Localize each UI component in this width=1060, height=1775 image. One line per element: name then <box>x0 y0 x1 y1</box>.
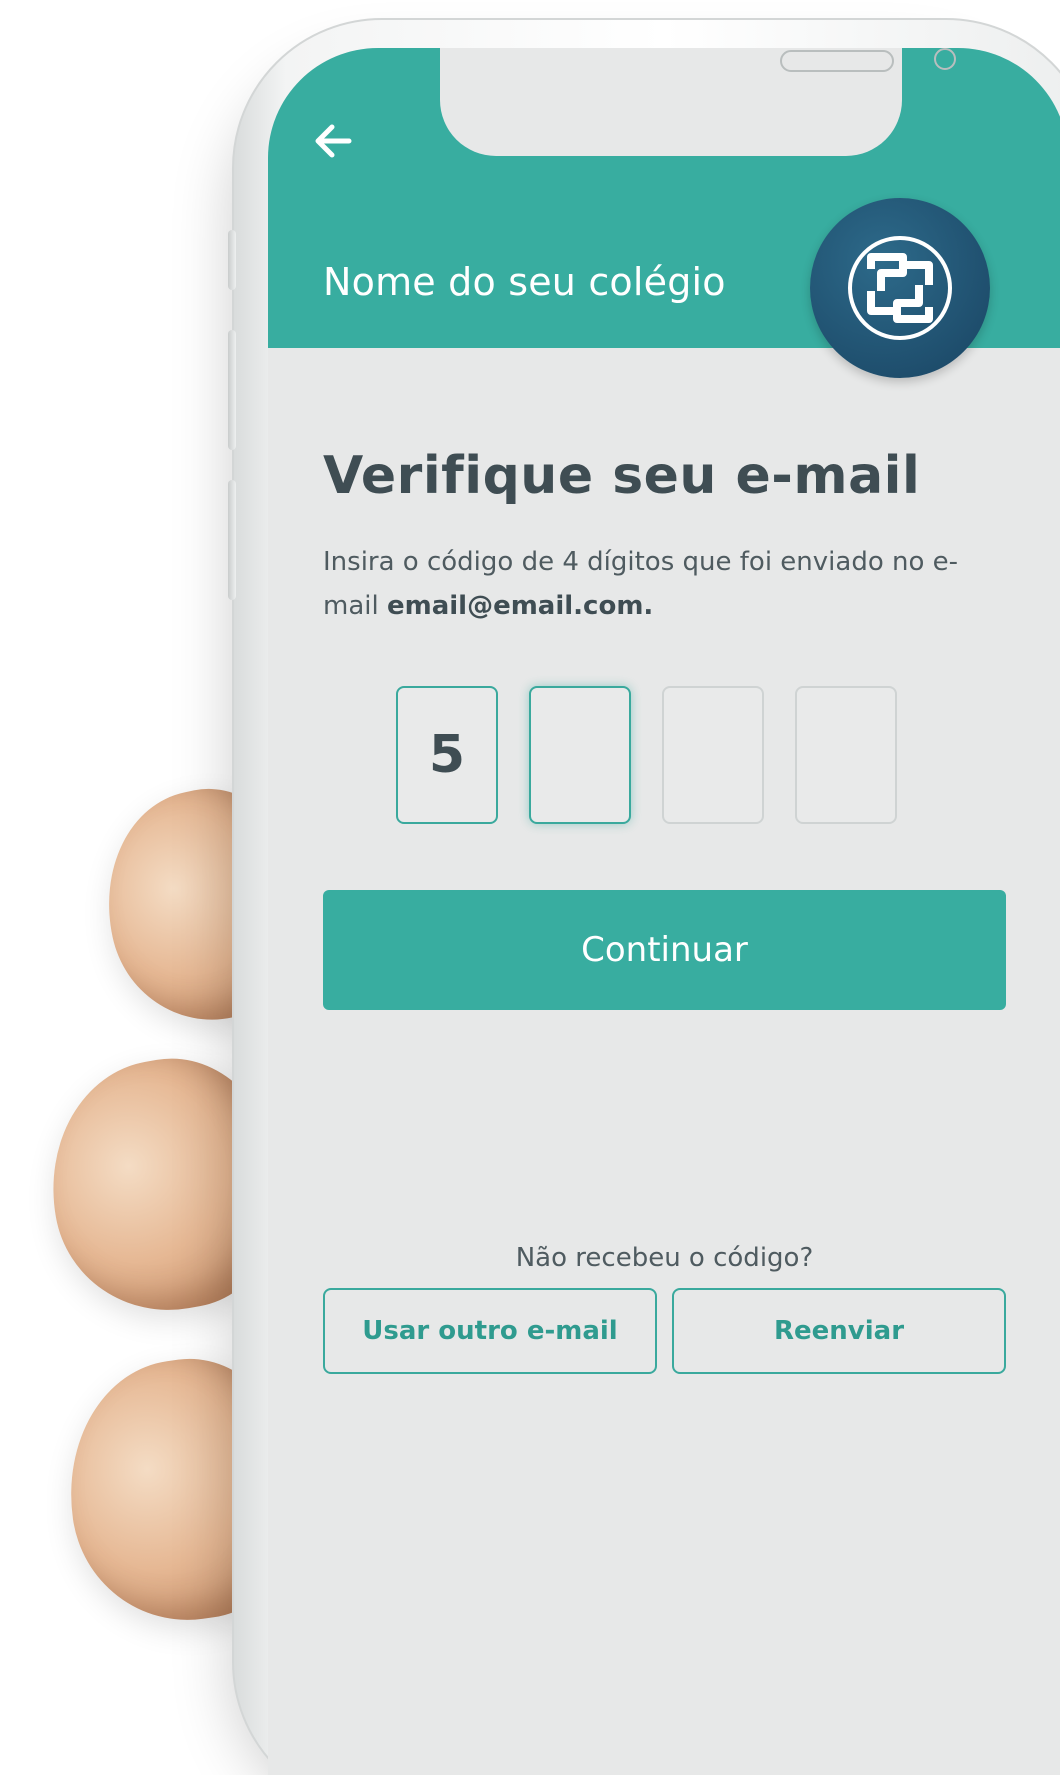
resend-button[interactable]: Reenviar <box>672 1288 1006 1374</box>
phone-side-button <box>228 230 236 290</box>
no-code-text: Não recebeu o código? <box>515 1243 814 1273</box>
school-logo-icon <box>810 198 990 378</box>
front-camera <box>934 48 956 70</box>
phone-screen: Nome do seu colégio Verifique seu e-mail… <box>268 48 1060 1775</box>
code-digit-2[interactable] <box>529 686 631 824</box>
code-digit-1[interactable]: 5 <box>396 686 498 824</box>
school-name: Nome do seu colégio <box>323 260 726 304</box>
back-button[interactable] <box>308 118 358 168</box>
use-other-email-button[interactable]: Usar outro e-mail <box>323 1288 657 1374</box>
phone-volume-down-button <box>228 480 236 600</box>
arrow-left-icon <box>314 124 352 162</box>
code-input-row: 5 <box>396 686 897 824</box>
code-digit-4[interactable] <box>795 686 897 824</box>
continue-button[interactable]: Continuar <box>323 890 1006 1010</box>
page-title: Verifique seu e-mail <box>323 446 921 506</box>
instruction-text: Insira o código de 4 dígitos que foi env… <box>323 540 963 628</box>
speaker-grille <box>780 50 894 72</box>
email-address: email@email.com. <box>386 591 654 621</box>
phone-volume-up-button <box>228 330 236 450</box>
code-digit-3[interactable] <box>662 686 764 824</box>
phone-notch <box>440 48 956 156</box>
